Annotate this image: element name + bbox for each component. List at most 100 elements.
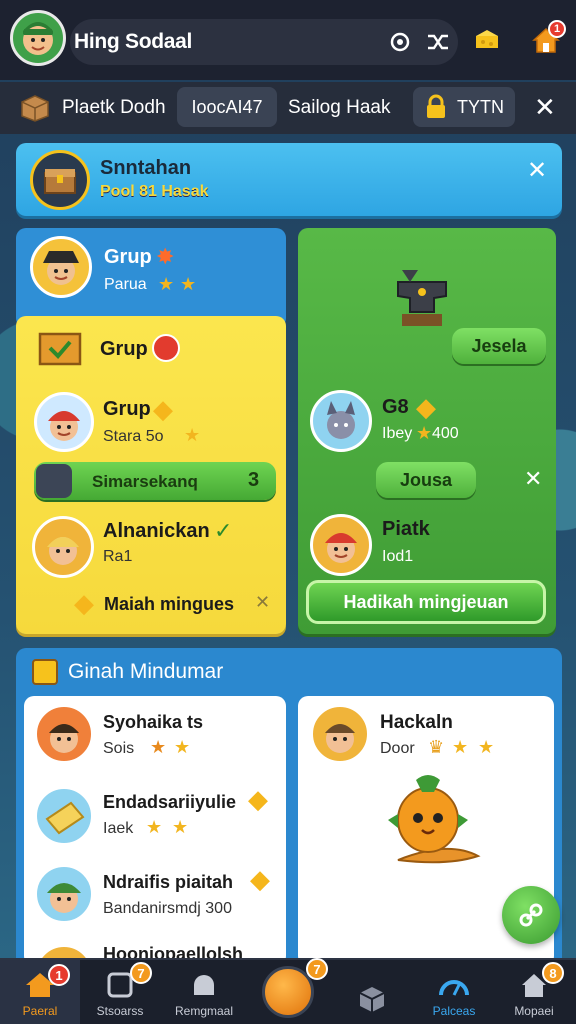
player-face-icon xyxy=(23,22,53,55)
code-chip[interactable]: IoocAI47 xyxy=(177,87,277,127)
nav-home[interactable]: Paeral 1 xyxy=(0,960,80,1024)
house-badge: 1 xyxy=(548,20,566,38)
list-item-name[interactable]: Endadsariiyulie xyxy=(103,792,236,813)
star-icon: ★ xyxy=(146,817,163,837)
yellow-member1-name: Grup xyxy=(103,398,151,420)
left-top-name: Grup xyxy=(104,246,152,268)
anvil-icon xyxy=(388,262,456,336)
join-button-1[interactable]: Jesela xyxy=(452,328,546,364)
yellow-header: Grup xyxy=(100,338,148,360)
progress-count: 3 xyxy=(248,469,260,491)
list-avatar xyxy=(34,704,94,764)
check-icon: ✓ xyxy=(214,518,233,543)
big-join-button[interactable]: Hadikah mingjeuan xyxy=(306,580,546,624)
link-icon xyxy=(519,903,543,927)
nav-stores-label: Stsoarss xyxy=(96,1004,144,1018)
star-icon: ★ xyxy=(416,423,433,443)
star-icon: ★ xyxy=(158,274,175,294)
footer-close-icon[interactable]: ✕ xyxy=(255,592,270,613)
green-member1-sub: Ibey xyxy=(382,425,413,442)
pirate-avatar xyxy=(30,236,92,298)
diamond-icon: ◆ xyxy=(74,588,94,618)
star-icon: ★ xyxy=(174,737,191,757)
nav-remgmaal[interactable]: Remgmaal xyxy=(164,960,244,1024)
banner-close-icon[interactable]: ✕ xyxy=(527,156,547,185)
yellow-member2-name: Alnanickan xyxy=(103,520,210,542)
star-icon: ★ xyxy=(184,425,201,445)
left-top-sub: Parua xyxy=(104,276,147,293)
member-avatar xyxy=(34,392,94,452)
green-member1-score: 400 xyxy=(432,425,459,442)
list-item-name[interactable]: Syohaika ts xyxy=(103,712,203,733)
green-close-icon[interactable]: ✕ xyxy=(524,466,542,492)
nav-center[interactable]: 7 xyxy=(248,958,328,1024)
list-avatar xyxy=(34,786,94,846)
target-icon[interactable] xyxy=(386,28,414,56)
nav-mopaei-badge: 8 xyxy=(542,962,564,984)
green-member1-name: G8 xyxy=(382,396,409,418)
join-button-2[interactable]: Jousa xyxy=(376,462,476,498)
yellow-member2-sub: Ra1 xyxy=(103,548,133,565)
subbar-item-sailog[interactable]: Sailog Haak xyxy=(288,97,390,119)
dome-icon xyxy=(187,970,221,1000)
flag-icon xyxy=(38,330,84,370)
shuffle-icon[interactable] xyxy=(424,28,452,56)
page-title: Hing Sodaal xyxy=(74,30,193,53)
lock-chip[interactable]: TYTN xyxy=(413,87,515,127)
lock-icon xyxy=(427,94,445,118)
green-member2-name: Piatk xyxy=(382,518,430,540)
list-item-name[interactable]: Ndraifis piaitah xyxy=(103,872,233,893)
cube-icon xyxy=(355,984,389,1014)
box-icon xyxy=(36,464,72,498)
nav-palceas-label: Palceas xyxy=(432,1004,476,1018)
banner-title: Snntahan xyxy=(100,157,192,179)
nav-stores[interactable]: Stsoarss 7 xyxy=(80,960,160,1024)
star-icon: ★ xyxy=(150,737,167,757)
nav-stores-badge: 7 xyxy=(130,962,152,984)
close-icon[interactable]: ✕ xyxy=(534,92,556,123)
bottom-header: Ginah Mindumar xyxy=(68,660,224,683)
pin-icon xyxy=(152,334,180,362)
banner[interactable] xyxy=(16,143,562,216)
progress-label: Simarsekanq xyxy=(92,472,198,491)
star-icon: ★ xyxy=(180,274,197,294)
nav-home-label: Paeral xyxy=(22,1004,58,1018)
list-item-sub: Iaek xyxy=(103,820,134,837)
green-member2-sub: Iod1 xyxy=(382,548,414,565)
diamond-icon: ◆ xyxy=(416,392,436,422)
trophy-icon: ♛ xyxy=(428,737,445,757)
star-icon: ★ xyxy=(452,737,469,757)
banner-chest-icon xyxy=(30,150,90,210)
pet-creature-icon xyxy=(378,770,484,866)
nav-mopaei-label: Mopaei xyxy=(514,1004,554,1018)
nav-remgmaal-label: Remgmaal xyxy=(174,1004,234,1018)
burst-icon: ✸ xyxy=(156,244,175,269)
yellow-member1-sub: Stara 5o xyxy=(103,428,164,445)
banner-subtitle: Pool 81 Hasak xyxy=(100,183,209,200)
nav-palceas[interactable]: Palceas xyxy=(414,960,494,1024)
member-avatar xyxy=(310,390,372,452)
list-item-sub: Bandanirsmdj 300 xyxy=(103,900,232,917)
gauge-icon xyxy=(437,970,471,1000)
nav-center-badge: 7 xyxy=(306,958,328,980)
profile-avatar[interactable] xyxy=(10,10,66,66)
list-item-sub: Sois xyxy=(103,740,135,757)
yellow-footer-label[interactable]: Maiah mingues xyxy=(104,594,234,615)
nav-mopaei[interactable]: Mopaei 8 xyxy=(494,960,574,1024)
calendar-icon xyxy=(32,659,58,685)
cheese-icon[interactable] xyxy=(473,26,501,54)
diamond-icon: ◆ xyxy=(153,394,173,424)
subbar-item-plaetk[interactable]: Plaetk Dodh xyxy=(62,97,166,119)
list-avatar xyxy=(34,864,94,924)
nav-cube[interactable] xyxy=(332,960,412,1024)
diamond-icon: ◆ xyxy=(250,864,270,894)
featured-avatar xyxy=(310,704,370,764)
star-icon: ★ xyxy=(478,737,495,757)
lock-chip-label: TYTN xyxy=(457,96,504,117)
featured-name: Hackaln xyxy=(380,712,453,733)
featured-sub: Door xyxy=(380,740,415,757)
member-avatar xyxy=(310,514,372,576)
diamond-icon: ◆ xyxy=(248,784,268,814)
crate-icon[interactable] xyxy=(18,90,52,124)
floating-action-button[interactable] xyxy=(502,886,560,944)
